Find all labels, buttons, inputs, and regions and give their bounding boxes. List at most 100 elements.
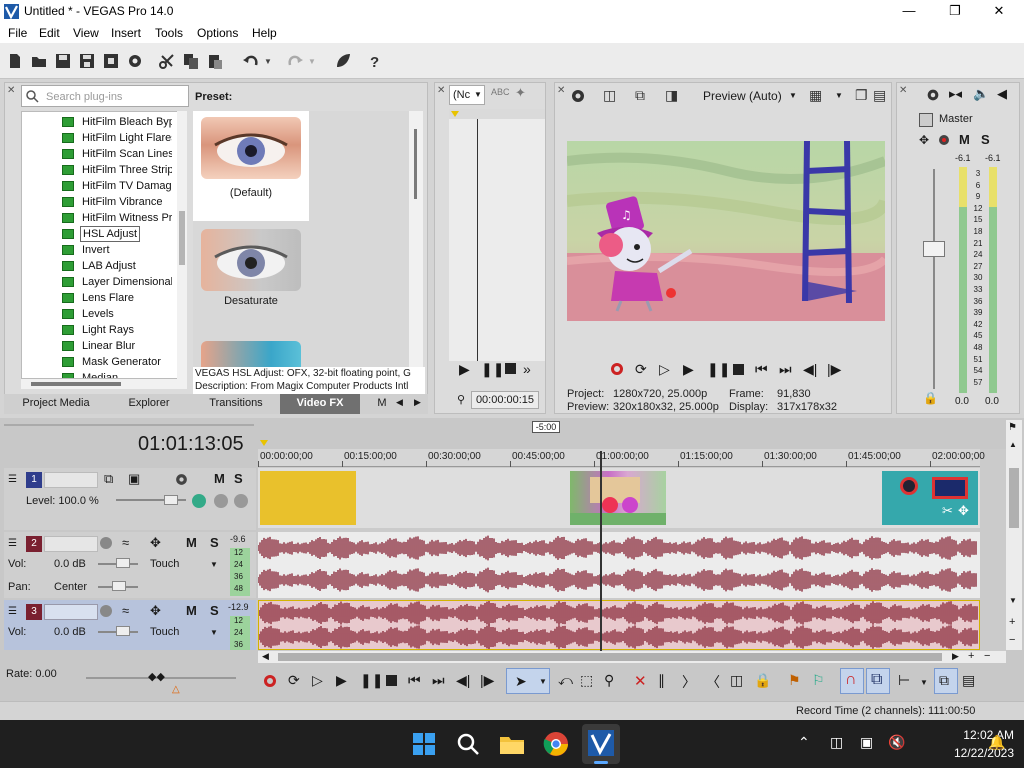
- zoom-edit-tool-icon[interactable]: ⚲: [604, 672, 622, 690]
- mono-icon[interactable]: ◀: [997, 86, 1007, 102]
- plugin-list-item[interactable]: Median: [22, 370, 172, 378]
- tab-transitions[interactable]: Transitions: [196, 394, 276, 414]
- undo-dropdown-icon[interactable]: ▼: [264, 57, 272, 66]
- mute-button[interactable]: M: [186, 603, 197, 618]
- play-icon[interactable]: ▶: [683, 361, 694, 378]
- fx-icon[interactable]: ✥: [958, 503, 969, 519]
- whats-this-help-icon[interactable]: ?: [366, 52, 384, 70]
- track-collapse-icon[interactable]: ☰: [8, 538, 17, 549]
- scroll-left-icon[interactable]: ◀: [262, 651, 269, 662]
- plugin-list-item[interactable]: HitFilm Scan Lines: [22, 146, 172, 162]
- normal-edit-tool[interactable]: ➤ ▼: [506, 668, 550, 694]
- play-icon[interactable]: ▶: [336, 672, 354, 690]
- plugin-list-item[interactable]: LAB Adjust: [22, 258, 172, 274]
- go-to-start-icon[interactable]: ⏮: [755, 361, 768, 378]
- invert-phase-icon[interactable]: ≈: [122, 603, 129, 618]
- audio-lane-2[interactable]: [257, 532, 980, 598]
- new-icon[interactable]: [6, 52, 24, 70]
- go-to-start-icon[interactable]: ⏮: [408, 672, 426, 690]
- search-icon[interactable]: [454, 730, 482, 758]
- plugin-search-input[interactable]: Search plug-ins: [21, 85, 189, 107]
- record-icon[interactable]: [264, 675, 276, 687]
- playhead[interactable]: [600, 451, 602, 651]
- insert-marker-icon[interactable]: ⚑: [788, 672, 806, 690]
- plugin-list-item[interactable]: HSL Adjust: [22, 226, 172, 242]
- previous-frame-icon[interactable]: ◀|: [456, 672, 474, 690]
- undo-icon[interactable]: [242, 52, 260, 70]
- bypass-motion-blur-icon[interactable]: [192, 494, 206, 508]
- save-as-icon[interactable]: [78, 52, 96, 70]
- audio-lane-3[interactable]: [258, 600, 980, 650]
- trimmer-timecode[interactable]: 00:00:00:15: [471, 391, 539, 409]
- tab-scroll-right-icon[interactable]: ▶: [414, 397, 421, 408]
- video-fx-preview-icon[interactable]: ◨: [665, 87, 678, 104]
- plugin-list-item[interactable]: HitFilm Bleach Byp: [22, 114, 172, 130]
- preview-settings-gear-icon[interactable]: [569, 87, 587, 105]
- trimmer-view[interactable]: [449, 109, 545, 361]
- track-collapse-icon[interactable]: ☰: [8, 474, 17, 485]
- volume-muted-icon[interactable]: 🔇: [888, 734, 905, 751]
- delete-icon[interactable]: ✕: [634, 672, 652, 690]
- tab-explorer[interactable]: Explorer: [114, 394, 184, 414]
- arm-record-icon[interactable]: [100, 537, 112, 549]
- vegas-taskbar-button[interactable]: [582, 724, 620, 764]
- track-name-field[interactable]: [44, 472, 98, 488]
- tab-video-fx[interactable]: Video FX: [280, 394, 360, 414]
- save-icon[interactable]: [54, 52, 72, 70]
- chevron-down-icon[interactable]: ▼: [789, 91, 797, 100]
- redo-icon[interactable]: [286, 52, 304, 70]
- next-frame-icon[interactable]: |▶: [827, 361, 841, 378]
- loop-playback-icon[interactable]: ⟳: [288, 672, 306, 690]
- leaf-enable-snapping-icon[interactable]: [334, 52, 352, 70]
- chevron-down-icon[interactable]: ▼: [920, 678, 928, 687]
- display-icon[interactable]: ▣: [860, 734, 873, 751]
- menu-help[interactable]: Help: [252, 26, 277, 40]
- render-icon[interactable]: [102, 52, 120, 70]
- plugin-list-item[interactable]: Layer Dimensional: [22, 274, 172, 290]
- lock-icon[interactable]: 🔒: [923, 391, 938, 405]
- menu-options[interactable]: Options: [197, 26, 238, 40]
- tab-more[interactable]: M: [372, 394, 392, 414]
- solo-button[interactable]: S: [210, 535, 219, 550]
- zoom-in-icon[interactable]: +: [1009, 616, 1015, 628]
- chevron-down-icon[interactable]: ▼: [210, 560, 218, 569]
- master-fx-icon[interactable]: [919, 113, 933, 127]
- track-name-field[interactable]: [44, 536, 98, 552]
- video-lane[interactable]: ✂ ✥: [258, 468, 980, 528]
- stop-icon[interactable]: [386, 675, 397, 686]
- video-clip[interactable]: ✂ ✥: [882, 471, 978, 525]
- compositing-parent-icon[interactable]: [234, 494, 248, 508]
- loop-start-marker-icon[interactable]: [260, 440, 268, 446]
- preset-partial[interactable]: [193, 335, 309, 369]
- stop-icon[interactable]: [733, 364, 744, 375]
- plugin-list-item[interactable]: Lens Flare: [22, 290, 172, 306]
- chevron-down-icon[interactable]: ▼: [835, 91, 843, 100]
- mute-button[interactable]: M: [186, 535, 197, 550]
- solo-button[interactable]: S: [981, 132, 990, 147]
- track-header-1[interactable]: ☰ 1 ⧉ ▣ M S Level: 100.0 %: [4, 468, 256, 530]
- close-icon[interactable]: ✕: [976, 0, 1022, 23]
- timeline-vscroll[interactable]: ⚑ ▲ ▼ + −: [1006, 420, 1022, 650]
- pan-slider[interactable]: [112, 581, 126, 591]
- time-ruler[interactable]: 00:00:00;00 00:15:00;00 00:30:00;00 00:45:0…: [258, 449, 985, 467]
- pan-move-icon[interactable]: ✥: [919, 133, 929, 147]
- notifications-bell-icon[interactable]: 🔔: [988, 734, 1005, 751]
- properties-gear-icon[interactable]: [126, 52, 144, 70]
- play-icon[interactable]: ▶: [459, 361, 470, 378]
- downmix-icon[interactable]: ▸◂: [949, 86, 962, 102]
- plugin-list-item[interactable]: HitFilm Vibrance: [22, 194, 172, 210]
- magic-wand-icon[interactable]: ✦: [515, 85, 526, 101]
- solo-button[interactable]: S: [234, 471, 243, 486]
- menu-edit[interactable]: Edit: [39, 26, 60, 40]
- fx-gear-icon[interactable]: [937, 133, 951, 147]
- scroll-down-icon[interactable]: ▼: [1009, 596, 1017, 605]
- solo-button[interactable]: S: [210, 603, 219, 618]
- track-fx-gear-icon[interactable]: [174, 472, 189, 487]
- plugin-list-scrollbar[interactable]: [177, 111, 187, 379]
- chevron-down-icon[interactable]: ▼: [210, 628, 218, 637]
- zoom-out-icon[interactable]: −: [984, 650, 990, 662]
- lock-icon[interactable]: 🔒: [754, 672, 772, 690]
- abc-icon[interactable]: ABC: [491, 87, 510, 97]
- tab-project-media[interactable]: Project Media: [8, 394, 104, 414]
- save-snapshot-icon[interactable]: ▤: [873, 87, 886, 104]
